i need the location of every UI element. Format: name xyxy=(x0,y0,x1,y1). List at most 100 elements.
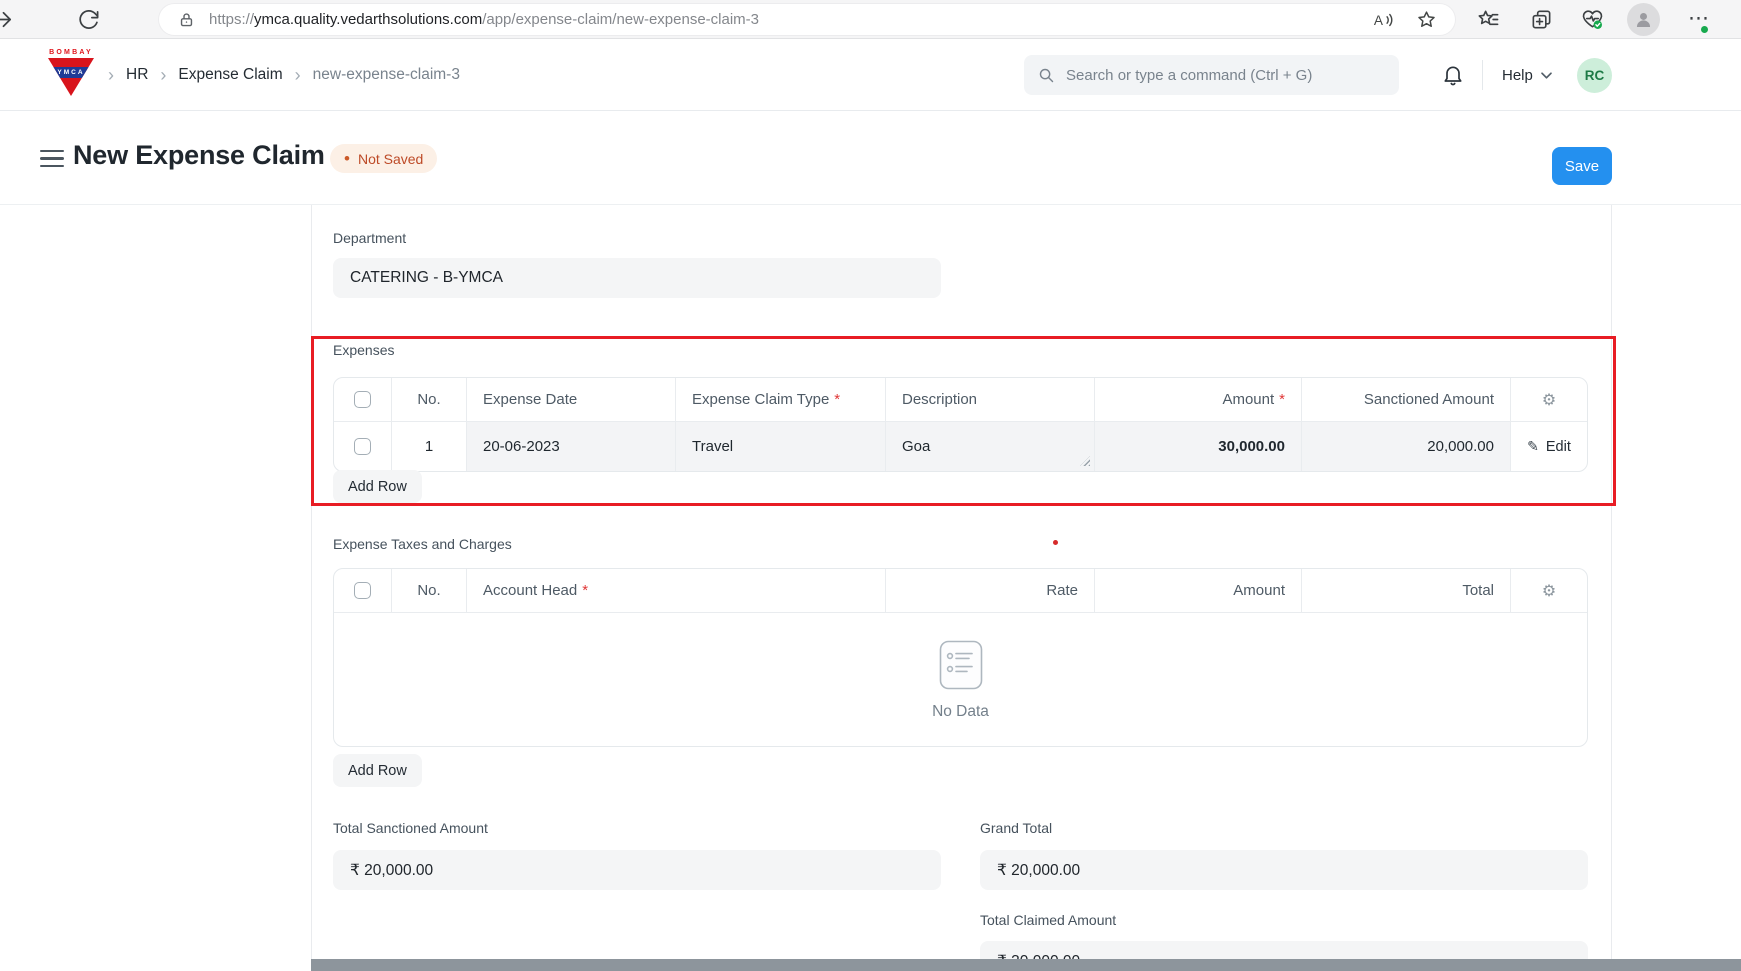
grand-total-label: Grand Total xyxy=(980,820,1052,836)
col-total-label: Total xyxy=(1462,582,1494,599)
bottom-cutoff-bar xyxy=(311,959,1741,971)
browser-profile-icon[interactable] xyxy=(1627,3,1660,36)
chevron-right-icon: › xyxy=(295,66,301,84)
sidebar-divider xyxy=(311,205,312,959)
annotation-dot xyxy=(1053,540,1058,545)
taxes-add-row-button[interactable]: Add Row xyxy=(333,754,422,787)
expense-date-cell[interactable]: 20-06-2023 xyxy=(467,422,676,471)
col-description-label: Description xyxy=(902,391,977,408)
status-badge: • Not Saved xyxy=(330,144,437,173)
amount-value: 30,000.00 xyxy=(1218,438,1285,455)
expense-claim-type-value: Travel xyxy=(692,438,733,455)
chevron-down-icon xyxy=(1540,71,1553,80)
edit-row-button[interactable]: ✎Edit xyxy=(1527,438,1571,455)
col-amount-label: Amount xyxy=(1222,391,1274,408)
amount-cell[interactable]: 30,000.00 xyxy=(1095,422,1302,471)
col-total: Total xyxy=(1302,569,1511,612)
select-all-cell xyxy=(334,378,392,421)
logo-top-text: BOMBAY xyxy=(47,49,95,56)
select-all-checkbox[interactable] xyxy=(354,391,371,408)
app-header: BOMBAY YMCA › HR › Expense Claim › new-e… xyxy=(0,39,1741,111)
col-amount-label: Amount xyxy=(1233,582,1285,599)
required-marker: * xyxy=(582,582,588,599)
expense-date-value: 20-06-2023 xyxy=(483,438,560,455)
grid-settings-cell: ⚙ xyxy=(1511,378,1587,421)
grid-settings-cell: ⚙ xyxy=(1511,569,1587,612)
expenses-add-row-button[interactable]: Add Row xyxy=(333,470,422,503)
breadcrumb-current: new-expense-claim-3 xyxy=(313,66,460,84)
col-no: No. xyxy=(392,378,467,421)
save-button[interactable]: Save xyxy=(1552,147,1612,185)
expenses-section-label: Expenses xyxy=(333,342,394,358)
taxes-grid-header: No. Account Head* Rate Amount Total ⚙ xyxy=(334,569,1587,613)
select-all-checkbox[interactable] xyxy=(354,582,371,599)
update-available-dot xyxy=(1700,25,1709,34)
sanctioned-amount-cell[interactable]: 20,000.00 xyxy=(1302,422,1511,471)
page-title: New Expense Claim xyxy=(73,140,325,171)
notifications-bell-icon[interactable] xyxy=(1441,63,1465,87)
select-all-cell xyxy=(334,569,392,612)
taxes-grid-body: No Data xyxy=(334,613,1587,746)
breadcrumb-expense-claim[interactable]: Expense Claim xyxy=(178,66,282,84)
description-cell[interactable]: Goa xyxy=(886,422,1095,471)
chevron-right-icon: › xyxy=(108,66,114,84)
person-icon xyxy=(1633,9,1654,30)
total-claimed-label: Total Claimed Amount xyxy=(980,912,1116,928)
breadcrumb: › HR › Expense Claim › new-expense-claim… xyxy=(108,39,460,111)
header-divider xyxy=(1482,60,1483,90)
lock-icon xyxy=(178,11,195,28)
table-row: 1 20-06-2023 Travel Goa 30,000.00 20,000… xyxy=(334,422,1587,471)
col-amount: Amount xyxy=(1095,569,1302,612)
col-sanctioned-amount: Sanctioned Amount xyxy=(1302,378,1511,421)
read-aloud-icon[interactable]: A xyxy=(1372,10,1394,30)
col-amount: Amount* xyxy=(1095,378,1302,421)
col-sanctioned-amount-label: Sanctioned Amount xyxy=(1364,391,1494,408)
browser-essentials-icon[interactable] xyxy=(1581,8,1604,31)
gear-icon[interactable]: ⚙ xyxy=(1542,581,1556,601)
sidebar-toggle-icon[interactable] xyxy=(40,150,64,167)
url-text: https://ymca.quality.vedarthsolutions.co… xyxy=(209,11,759,28)
expense-claim-type-cell[interactable]: Travel xyxy=(676,422,886,471)
status-dot: • xyxy=(344,150,350,167)
app-logo[interactable]: BOMBAY YMCA xyxy=(47,49,95,101)
avatar-initials: RC xyxy=(1585,68,1605,83)
required-marker: * xyxy=(834,391,840,408)
expenses-grid-header: No. Expense Date Expense Claim Type* Des… xyxy=(334,378,1587,422)
help-menu[interactable]: Help xyxy=(1502,39,1553,111)
url-bar-actions: A xyxy=(1372,9,1455,30)
forward-icon[interactable] xyxy=(0,8,14,31)
user-avatar[interactable]: RC xyxy=(1577,58,1612,93)
status-label: Not Saved xyxy=(358,151,423,167)
refresh-icon[interactable] xyxy=(77,8,100,31)
row-no: 1 xyxy=(425,438,433,455)
search-icon xyxy=(1038,67,1055,84)
department-label: Department xyxy=(333,230,406,246)
col-expense-date: Expense Date xyxy=(467,378,676,421)
help-label: Help xyxy=(1502,67,1533,84)
url-bar[interactable]: https://ymca.quality.vedarthsolutions.co… xyxy=(159,4,1455,35)
department-field[interactable]: CATERING - B-YMCA xyxy=(333,258,941,298)
row-no-cell: 1 xyxy=(392,422,467,471)
logo-triangle: YMCA xyxy=(48,58,94,96)
page-title-bar: New Expense Claim • Not Saved Save xyxy=(0,111,1741,205)
col-rate: Rate xyxy=(886,569,1095,612)
search-input[interactable]: Search or type a command (Ctrl + G) xyxy=(1024,55,1399,95)
search-placeholder: Search or type a command (Ctrl + G) xyxy=(1066,67,1312,84)
col-description: Description xyxy=(886,378,1095,421)
row-select-cell xyxy=(334,422,392,471)
textarea-resize-handle[interactable] xyxy=(1080,456,1090,466)
collections-icon[interactable] xyxy=(1530,8,1553,31)
pencil-icon: ✎ xyxy=(1527,438,1539,455)
col-account-head: Account Head* xyxy=(467,569,886,612)
col-no-label: No. xyxy=(417,582,440,599)
grand-total-field: ₹ 20,000.00 xyxy=(980,850,1588,890)
row-edit-cell: ✎Edit xyxy=(1511,422,1587,471)
breadcrumb-hr[interactable]: HR xyxy=(126,66,148,84)
favorites-bar-icon[interactable] xyxy=(1477,8,1500,31)
favorite-star-icon[interactable] xyxy=(1416,9,1437,30)
gear-icon[interactable]: ⚙ xyxy=(1542,390,1556,410)
sanctioned-amount-value: 20,000.00 xyxy=(1427,438,1494,455)
logo-band-text: YMCA xyxy=(48,67,94,78)
row-checkbox[interactable] xyxy=(354,438,371,455)
chevron-right-icon: › xyxy=(160,66,166,84)
